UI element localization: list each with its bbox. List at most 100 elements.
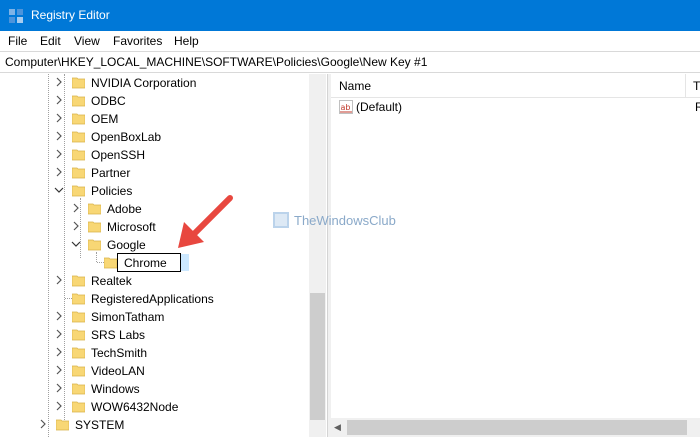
tree-item-label: WOW6432Node [91,400,179,414]
tree-item-label: Microsoft [107,220,156,234]
address-path[interactable]: Computer\HKEY_LOCAL_MACHINE\SOFTWARE\Pol… [5,55,427,69]
folder-icon [72,167,85,179]
menu-help[interactable]: Help [174,34,199,48]
tree-scrollbar-thumb[interactable] [310,293,325,420]
menu-edit[interactable]: Edit [40,34,61,48]
list-horizontal-scrollbar[interactable]: ◀ [331,418,700,437]
menu-file[interactable]: File [8,34,27,48]
tree-item-srs-labs[interactable]: SRS Labs [0,326,310,344]
menu-view[interactable]: View [74,34,100,48]
chevron-right-icon[interactable] [54,95,64,105]
tree-item-simontatham[interactable]: SimonTatham [0,308,310,326]
tree-item-nvidia-corporation[interactable]: NVIDIA Corporation [0,74,310,92]
folder-icon [88,203,101,215]
title-bar: Registry Editor [0,0,700,31]
tree-item-label: OpenSSH [91,148,146,162]
tree-item-wow6432node[interactable]: WOW6432Node [0,398,310,416]
chevron-right-icon[interactable] [54,401,64,411]
chevron-right-icon[interactable] [54,167,64,177]
watermark: TheWindowsClub [272,207,462,235]
chevron-right-icon[interactable] [54,383,64,393]
annotation-arrow-icon [178,195,233,248]
folder-icon [72,275,85,287]
chevron-right-icon[interactable] [54,347,64,357]
tree-item-registeredapplications[interactable]: RegisteredApplications [0,290,310,308]
value-name: (Default) [356,100,403,114]
column-header-type[interactable]: T [693,79,700,93]
rename-key-text[interactable]: Chrome [124,256,167,270]
tree-item-label: Realtek [91,274,132,288]
tree-item-oem[interactable]: OEM [0,110,310,128]
chevron-down-icon[interactable] [71,239,81,249]
tree-item-policies[interactable]: Policies [0,182,310,200]
tree-item-microsoft[interactable]: Microsoft [0,218,310,236]
tree-item-openssh[interactable]: OpenSSH [0,146,310,164]
watermark-logo-icon [273,212,289,228]
rename-key-input[interactable]: Chrome [117,253,181,272]
chevron-right-icon[interactable] [54,131,64,141]
chevron-right-icon[interactable] [38,419,48,429]
chevron-right-icon[interactable] [54,149,64,159]
tree-item-google[interactable]: Google [0,236,310,254]
chevron-right-icon[interactable] [54,329,64,339]
tree-item-label: SYSTEM [75,418,125,432]
chevron-right-icon[interactable] [54,275,64,285]
tree-item-windows[interactable]: Windows [0,380,310,398]
column-header-name[interactable]: Name [339,79,371,93]
tree-item-videolan[interactable]: VideoLAN [0,362,310,380]
folder-icon [72,131,85,143]
tree-item-techsmith[interactable]: TechSmith [0,344,310,362]
tree-item-odbc[interactable]: ODBC [0,92,310,110]
chevron-right-icon[interactable] [54,311,64,321]
tree-item-system[interactable]: SYSTEM [0,416,310,434]
tree-item-adobe[interactable]: Adobe [0,200,310,218]
folder-icon [72,149,85,161]
chevron-right-icon[interactable] [54,77,64,87]
chevron-right-icon[interactable] [71,203,81,213]
tree-item-label: SRS Labs [91,328,146,342]
tree-item-label: OEM [91,112,119,126]
folder-icon [72,383,85,395]
string-value-icon: ab [339,100,353,114]
folder-icon [72,347,85,359]
chevron-right-icon[interactable] [71,221,81,231]
scroll-left-icon[interactable]: ◀ [334,422,341,433]
tree-item-label: OpenBoxLab [91,130,162,144]
value-row-default[interactable]: ab (Default) R [331,98,700,116]
menu-favorites[interactable]: Favorites [113,34,162,48]
chevron-right-icon[interactable] [54,365,64,375]
folder-icon [72,329,85,341]
folder-icon [88,221,101,233]
tree-item-label: Adobe [107,202,142,216]
folder-icon [104,257,117,269]
tree-item-label: Policies [91,184,133,198]
folder-icon [56,419,69,431]
address-bar[interactable]: Computer\HKEY_LOCAL_MACHINE\SOFTWARE\Pol… [0,51,700,73]
menu-bar: File Edit View Favorites Help [0,31,700,51]
tree-item-realtek[interactable]: Realtek [0,272,310,290]
folder-icon [72,77,85,89]
tree-item-label: TechSmith [91,346,148,360]
svg-text:ab: ab [341,103,351,112]
rename-selection-highlight [180,254,189,271]
tree-item-openboxlab[interactable]: OpenBoxLab [0,128,310,146]
watermark-text: TheWindowsClub [294,213,396,228]
tree-item-label: ODBC [91,94,126,108]
folder-icon [72,95,85,107]
tree-item-label: SimonTatham [91,310,165,324]
tree-item-label: Windows [91,382,140,396]
column-divider[interactable] [685,74,686,98]
tree-item-label: Partner [91,166,131,180]
tree-item-label: Google [107,238,146,252]
tree-item-label: RegisteredApplications [91,292,214,306]
chevron-down-icon[interactable] [54,185,64,195]
list-scrollbar-thumb[interactable] [347,420,687,435]
values-list[interactable]: Name T ab (Default) R ◀ [331,74,700,437]
folder-icon [72,113,85,125]
folder-open-icon [88,239,101,251]
tree-item-partner[interactable]: Partner [0,164,310,182]
window-title: Registry Editor [31,8,110,22]
folder-open-icon [72,185,85,197]
chevron-right-icon[interactable] [54,113,64,123]
value-type: R [695,100,700,114]
